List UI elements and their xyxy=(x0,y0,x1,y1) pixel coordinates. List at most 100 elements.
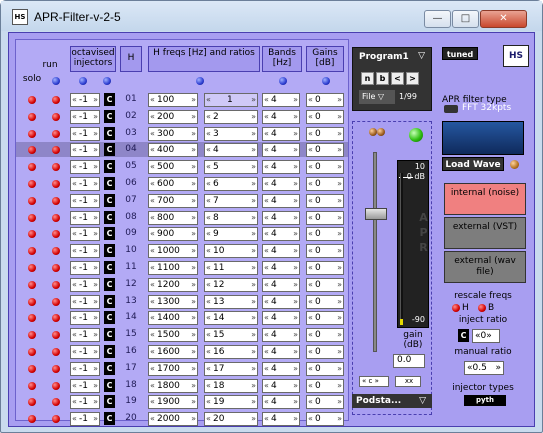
chevron-left-icon[interactable]: « xyxy=(264,279,269,291)
octave-stepper[interactable]: «-1 » xyxy=(70,294,100,309)
octave-stepper[interactable]: «-1 » xyxy=(70,412,100,427)
gain-fader-track[interactable] xyxy=(373,152,377,352)
chevron-right-icon[interactable]: » xyxy=(93,279,98,291)
program-prev-button[interactable]: < xyxy=(391,72,404,85)
chevron-right-icon[interactable]: » xyxy=(93,212,98,224)
chevron-right-icon[interactable]: » xyxy=(293,128,298,140)
chevron-right-icon[interactable]: » xyxy=(191,195,196,207)
octave-stepper[interactable]: «-1 » xyxy=(70,193,100,208)
chevron-left-icon[interactable]: « xyxy=(308,94,313,106)
chevron-left-icon[interactable]: « xyxy=(264,144,269,156)
chevron-right-icon[interactable]: » xyxy=(251,396,256,408)
freq-stepper[interactable]: «500 » xyxy=(148,160,198,175)
ratio-stepper[interactable]: «10 » xyxy=(204,244,258,259)
chevron-right-icon[interactable]: » xyxy=(337,228,342,240)
chevron-left-icon[interactable]: « xyxy=(308,228,313,240)
octave-stepper[interactable]: «-1 » xyxy=(70,210,100,225)
chevron-right-icon[interactable]: » xyxy=(337,128,342,140)
tuned-indicator[interactable]: tuned xyxy=(442,47,478,60)
ratio-stepper[interactable]: «18 » xyxy=(204,378,258,393)
band-stepper[interactable]: «4 » xyxy=(262,244,300,259)
ratio-stepper[interactable]: «12 » xyxy=(204,277,258,292)
freq-stepper[interactable]: «700 » xyxy=(148,193,198,208)
c-button[interactable]: C xyxy=(104,328,115,342)
chevron-right-icon[interactable]: » xyxy=(93,396,98,408)
load-wave-button[interactable]: Load Wave xyxy=(442,157,504,171)
gains-all-button[interactable] xyxy=(322,77,330,85)
ratio-stepper[interactable]: «8 » xyxy=(204,210,258,225)
band-stepper[interactable]: «4 » xyxy=(262,177,300,191)
gain-stepper[interactable]: «0 » xyxy=(306,294,344,309)
chevron-left-icon[interactable]: « xyxy=(72,111,77,123)
octave-stepper[interactable]: «-1 » xyxy=(70,395,100,410)
chevron-right-icon[interactable]: » xyxy=(191,396,196,408)
freq-stepper[interactable]: «1700 » xyxy=(148,361,198,376)
gain-stepper[interactable]: «0 » xyxy=(306,126,344,141)
chevron-left-icon[interactable]: « xyxy=(308,161,313,173)
freq-stepper[interactable]: «1100 » xyxy=(148,261,198,275)
c-button[interactable]: C xyxy=(104,109,115,123)
chevron-left-icon[interactable]: « xyxy=(72,296,77,308)
c-all-button[interactable] xyxy=(103,77,111,85)
band-stepper[interactable]: «4 » xyxy=(262,395,300,410)
chevron-left-icon[interactable]: « xyxy=(264,128,269,140)
chevron-left-icon[interactable]: « xyxy=(308,413,313,425)
band-stepper[interactable]: «4 » xyxy=(262,193,300,208)
chevron-left-icon[interactable]: « xyxy=(150,128,155,140)
ratio-stepper[interactable]: «13 » xyxy=(204,294,258,309)
chevron-right-icon[interactable]: » xyxy=(251,195,256,207)
chevron-right-icon[interactable]: » xyxy=(337,312,342,324)
chevron-right-icon[interactable]: » xyxy=(93,413,98,425)
chevron-right-icon[interactable]: » xyxy=(191,312,196,324)
maximize-button[interactable]: □ xyxy=(452,10,479,28)
freq-stepper[interactable]: «1000 » xyxy=(148,244,198,259)
octave-stepper[interactable]: «-1 » xyxy=(70,160,100,175)
freq-stepper[interactable]: «1400 » xyxy=(148,311,198,326)
ratio-stepper[interactable]: «19 » xyxy=(204,395,258,410)
chevron-left-icon[interactable]: « xyxy=(308,329,313,341)
chevron-right-icon[interactable]: » xyxy=(191,413,196,425)
band-stepper[interactable]: «4 » xyxy=(262,294,300,309)
chevron-right-icon[interactable]: » xyxy=(293,279,298,291)
chevron-right-icon[interactable]: » xyxy=(251,312,256,324)
inject-ratio-stepper[interactable]: «0» xyxy=(472,329,500,343)
ratio-stepper[interactable]: «3 » xyxy=(204,126,258,141)
run-button[interactable] xyxy=(52,331,60,340)
solo-button[interactable] xyxy=(28,180,36,188)
solo-button[interactable] xyxy=(28,314,36,323)
c-button[interactable]: C xyxy=(104,244,115,258)
run-button[interactable] xyxy=(52,129,60,138)
chevron-left-icon[interactable]: « xyxy=(264,178,269,190)
run-button[interactable] xyxy=(52,196,60,205)
chevron-right-icon[interactable]: » xyxy=(251,144,256,156)
freq-stepper[interactable]: «1300 » xyxy=(148,294,198,309)
chevron-left-icon[interactable]: « xyxy=(150,228,155,240)
run-button[interactable] xyxy=(52,381,60,390)
chevron-right-icon[interactable]: » xyxy=(337,329,342,341)
chevron-left-icon[interactable]: « xyxy=(308,128,313,140)
c-button[interactable]: C xyxy=(104,143,115,157)
octave-stepper[interactable]: «-1 » xyxy=(70,177,100,191)
chevron-right-icon[interactable]: » xyxy=(251,212,256,224)
chevron-left-icon[interactable]: « xyxy=(150,212,155,224)
chevron-right-icon[interactable]: » xyxy=(337,363,342,375)
chevron-right-icon[interactable]: » xyxy=(337,195,342,207)
chevron-left-icon[interactable]: « xyxy=(308,363,313,375)
chevron-left-icon[interactable]: « xyxy=(150,312,155,324)
chevron-right-icon[interactable]: » xyxy=(191,161,196,173)
chevron-right-icon[interactable]: » xyxy=(337,396,342,408)
chevron-right-icon[interactable]: » xyxy=(191,111,196,123)
ratio-stepper[interactable]: «7 » xyxy=(204,193,258,208)
manual-ratio-stepper[interactable]: «0.5» xyxy=(464,361,504,375)
chevron-right-icon[interactable]: » xyxy=(191,144,196,156)
chevron-left-icon[interactable]: « xyxy=(72,144,77,156)
gain-stepper[interactable]: «0 » xyxy=(306,193,344,208)
gain-stepper[interactable]: «0 » xyxy=(306,412,344,427)
chevron-right-icon[interactable]: » xyxy=(337,296,342,308)
chevron-left-icon[interactable]: « xyxy=(72,228,77,240)
chevron-right-icon[interactable]: » xyxy=(293,111,298,123)
c-button[interactable]: C xyxy=(104,412,115,426)
chevron-left-icon[interactable]: « xyxy=(150,262,155,274)
chevron-right-icon[interactable]: » xyxy=(293,161,298,173)
chevron-left-icon[interactable]: « xyxy=(264,245,269,257)
